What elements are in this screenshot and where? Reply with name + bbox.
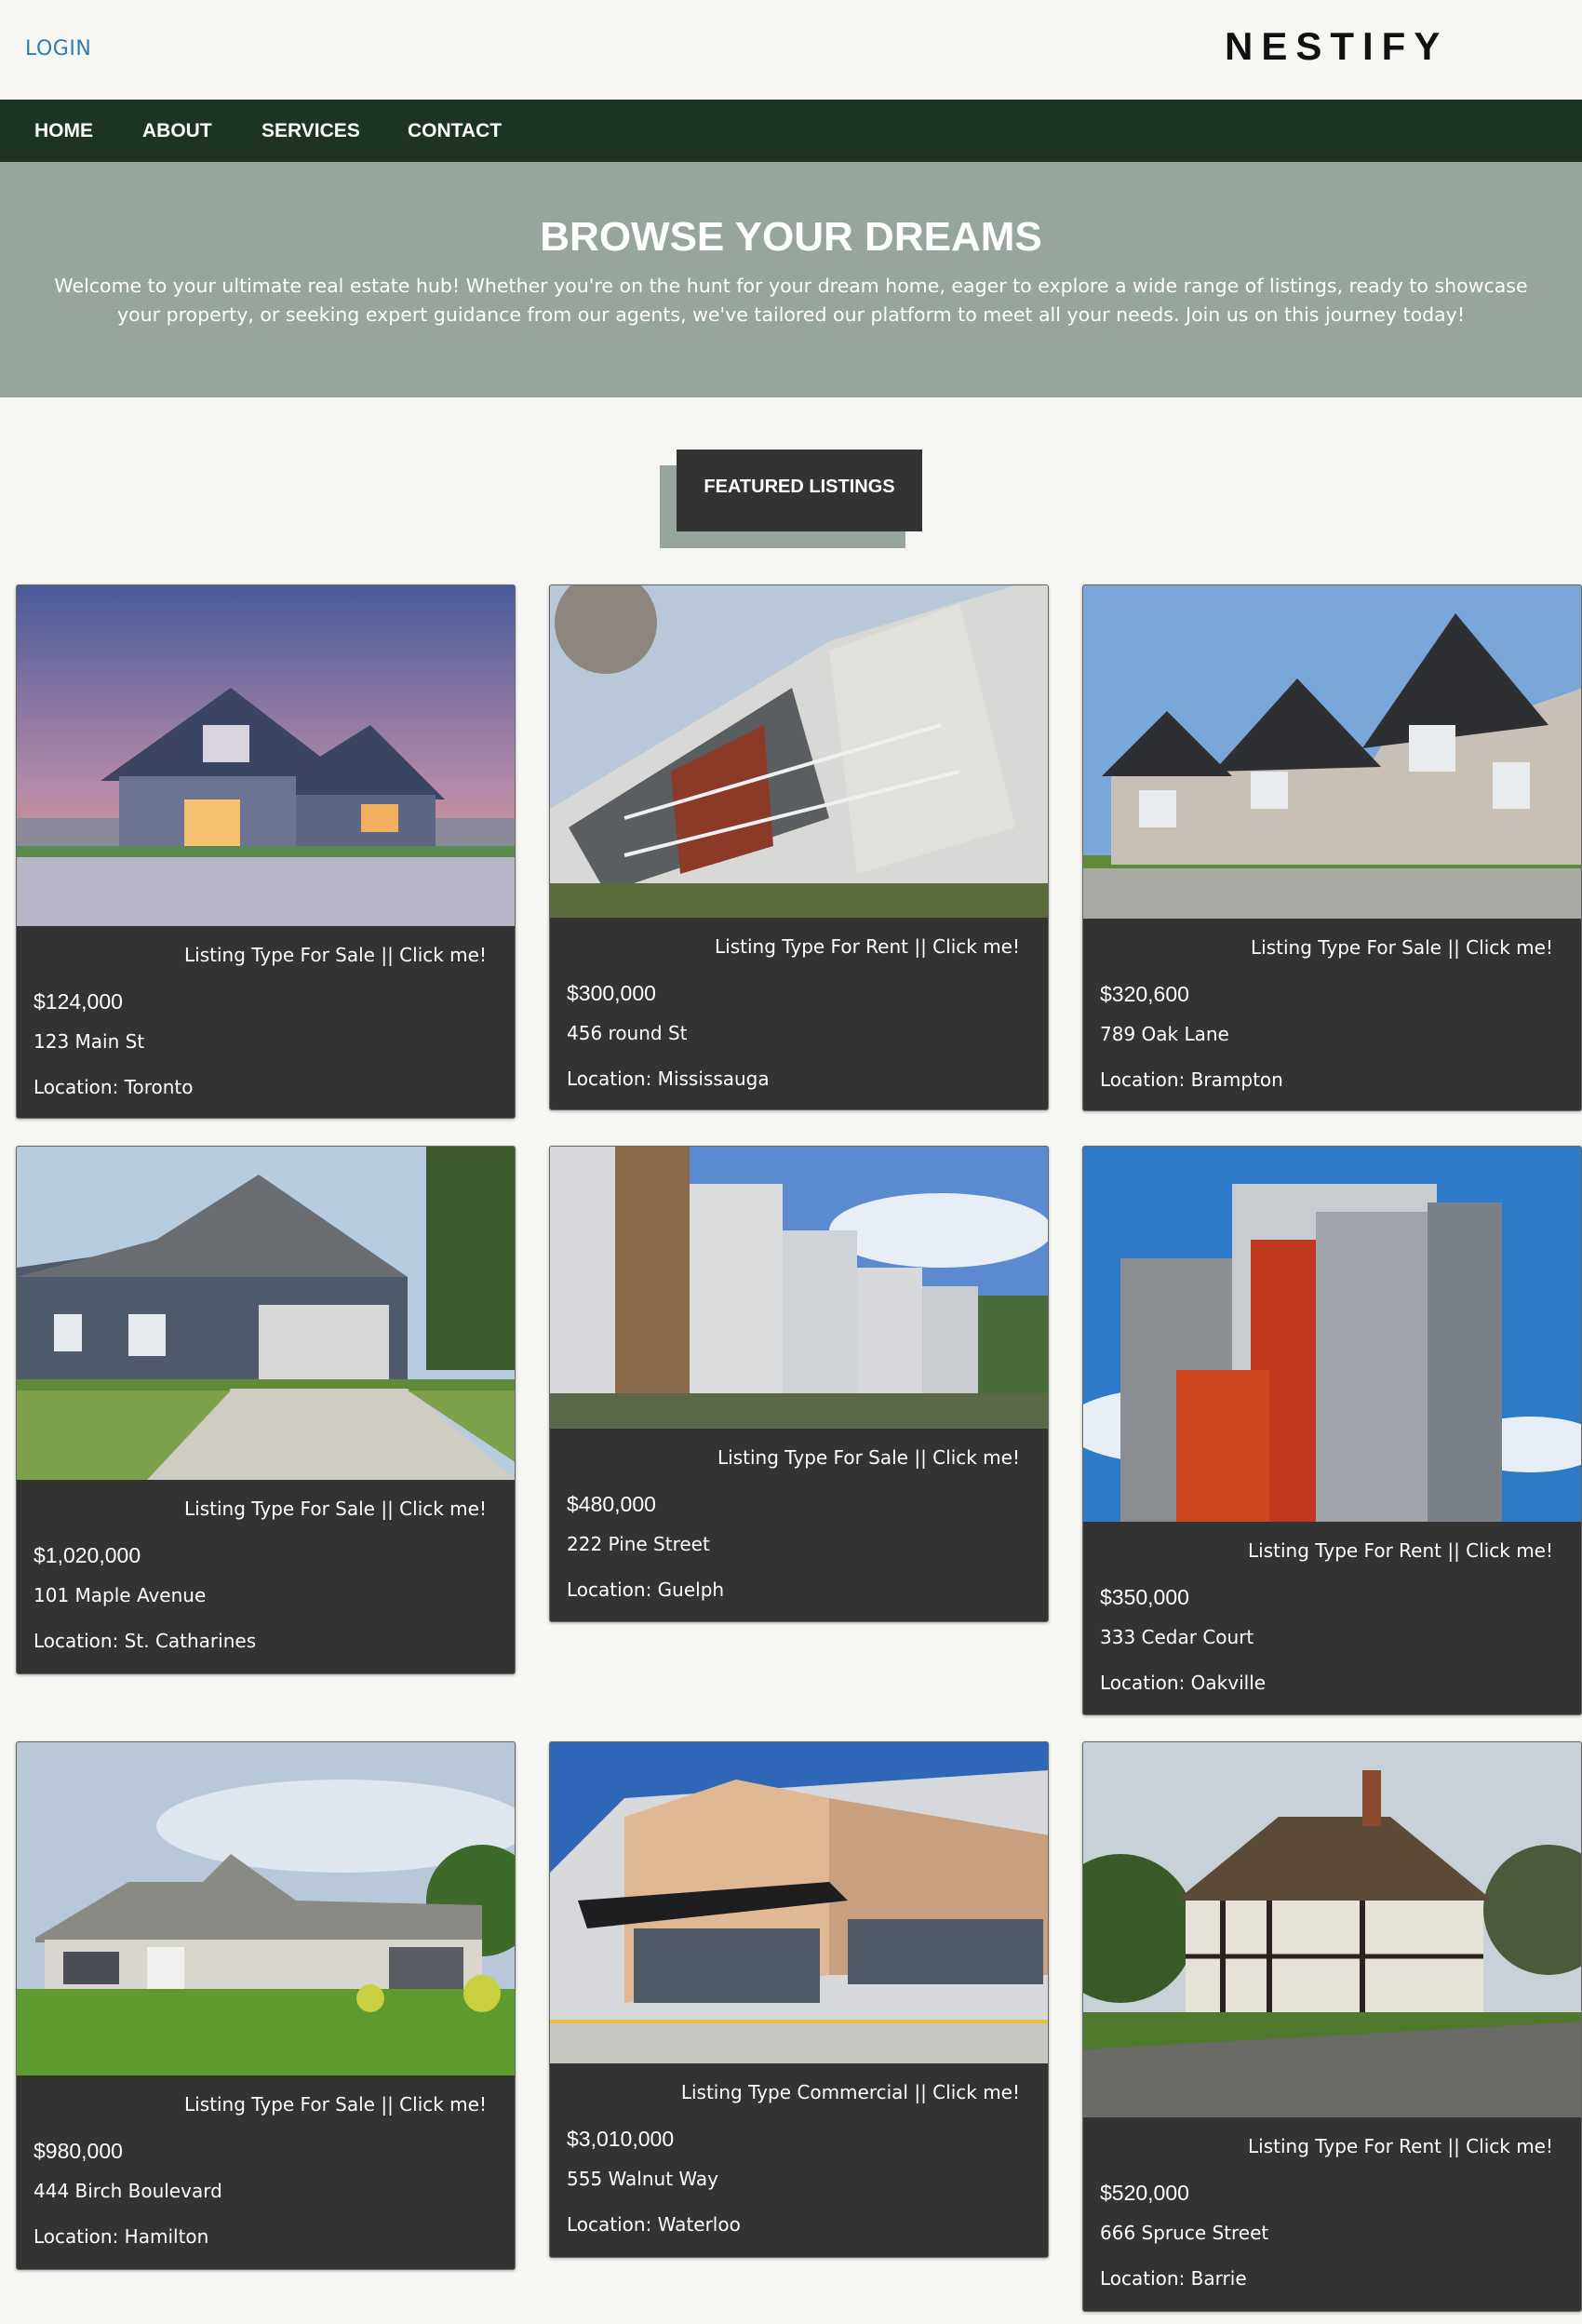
nav-services[interactable]: SERVICES <box>261 120 360 142</box>
listing-card[interactable]: Listing Type For Sale || Click me! $124,… <box>16 584 516 1119</box>
login-link[interactable]: LOGIN <box>25 37 91 60</box>
listing-type-link[interactable]: Listing Type For Rent || Click me! <box>1248 1539 1553 1562</box>
listing-card[interactable]: Listing Type Commercial || Click me! $3,… <box>549 1741 1049 2258</box>
listing-type-link[interactable]: Listing Type For Rent || Click me! <box>715 935 1020 958</box>
listing-address: 555 Walnut Way <box>567 2168 718 2190</box>
hero-title: BROWSE YOUR DREAMS <box>540 214 1042 260</box>
listing-type-link[interactable]: Listing Type For Sale || Click me! <box>184 2093 487 2116</box>
listing-location: Location: Mississauga <box>567 1068 770 1090</box>
listing-location: Location: Barrie <box>1100 2267 1247 2290</box>
listing-card[interactable]: Listing Type For Sale || Click me! $480,… <box>549 1146 1049 1622</box>
listing-location: Location: Guelph <box>567 1578 725 1601</box>
commercial-storefront-image <box>550 1742 1048 2063</box>
listing-address: 456 round St <box>567 1022 688 1044</box>
listing-price: $980,000 <box>34 2139 123 2163</box>
modern-apartment-building-image <box>550 585 1048 918</box>
listing-card[interactable]: Listing Type For Rent || Click me! $520,… <box>1082 1741 1582 2312</box>
listing-address: 123 Main St <box>34 1030 145 1053</box>
thatched-cottage-image <box>1083 1742 1581 2117</box>
listing-card[interactable]: Listing Type For Sale || Click me! $320,… <box>1082 584 1582 1111</box>
listing-price: $520,000 <box>1100 2181 1189 2205</box>
listing-address: 789 Oak Lane <box>1100 1023 1229 1045</box>
listing-type-link[interactable]: Listing Type For Sale || Click me! <box>717 1446 1020 1469</box>
listing-location: Location: Waterloo <box>567 2213 741 2236</box>
suburban-house-at-dusk-image <box>17 585 515 926</box>
listing-card[interactable]: Listing Type For Sale || Click me! $980,… <box>16 1741 516 2270</box>
listing-address: 444 Birch Boulevard <box>34 2180 222 2202</box>
hero-banner: BROWSE YOUR DREAMS Welcome to your ultim… <box>0 162 1582 397</box>
listing-location: Location: St. Catharines <box>34 1630 257 1652</box>
listing-card[interactable]: Listing Type For Sale || Click me! $1,02… <box>16 1146 516 1674</box>
listing-type-link[interactable]: Listing Type For Sale || Click me! <box>1251 936 1553 959</box>
listing-price: $3,010,000 <box>567 2127 675 2151</box>
listing-price: $1,020,000 <box>34 1543 141 1567</box>
listing-price: $320,600 <box>1100 982 1189 1006</box>
listing-type-link[interactable]: Listing Type For Rent || Click me! <box>1248 2135 1553 2157</box>
listing-type-link[interactable]: Listing Type Commercial || Click me! <box>681 2081 1020 2103</box>
highrise-apartment-towers-image <box>1083 1147 1581 1522</box>
nav-home[interactable]: HOME <box>34 120 93 142</box>
main-nav: HOME ABOUT SERVICES CONTACT <box>0 100 1582 162</box>
listing-address: 101 Maple Avenue <box>34 1584 207 1606</box>
row-townhouses-image <box>1083 585 1581 919</box>
listing-location: Location: Hamilton <box>34 2225 209 2248</box>
listing-card[interactable]: Listing Type For Rent || Click me! $300,… <box>549 584 1049 1110</box>
house-with-garage-driveway-image <box>17 1147 515 1480</box>
ranch-house-with-lawn-image <box>17 1742 515 2075</box>
listing-location: Location: Toronto <box>34 1076 194 1098</box>
listing-location: Location: Oakville <box>1100 1672 1267 1694</box>
listing-location: Location: Brampton <box>1100 1068 1283 1091</box>
featured-listings-button[interactable]: FEATURED LISTINGS <box>677 450 922 531</box>
listing-type-link[interactable]: Listing Type For Sale || Click me! <box>184 1498 487 1520</box>
listing-address: 222 Pine Street <box>567 1533 710 1555</box>
top-header: LOGIN NESTIFY <box>0 0 1582 100</box>
hero-description: Welcome to your ultimate real estate hub… <box>54 275 1528 326</box>
listing-type-link[interactable]: Listing Type For Sale || Click me! <box>184 944 487 966</box>
brand-logo[interactable]: NESTIFY <box>1225 24 1448 69</box>
nav-contact[interactable]: CONTACT <box>408 120 502 142</box>
listing-card[interactable]: Listing Type For Rent || Click me! $350,… <box>1082 1146 1582 1715</box>
listing-address: 333 Cedar Court <box>1100 1626 1254 1648</box>
nav-about[interactable]: ABOUT <box>142 120 212 142</box>
listing-price: $480,000 <box>567 1492 656 1516</box>
listing-price: $350,000 <box>1100 1585 1189 1609</box>
listing-address: 666 Spruce Street <box>1100 2222 1269 2244</box>
listing-price: $300,000 <box>567 981 656 1005</box>
condo-buildings-row-image <box>550 1147 1048 1429</box>
listing-price: $124,000 <box>34 989 123 1014</box>
